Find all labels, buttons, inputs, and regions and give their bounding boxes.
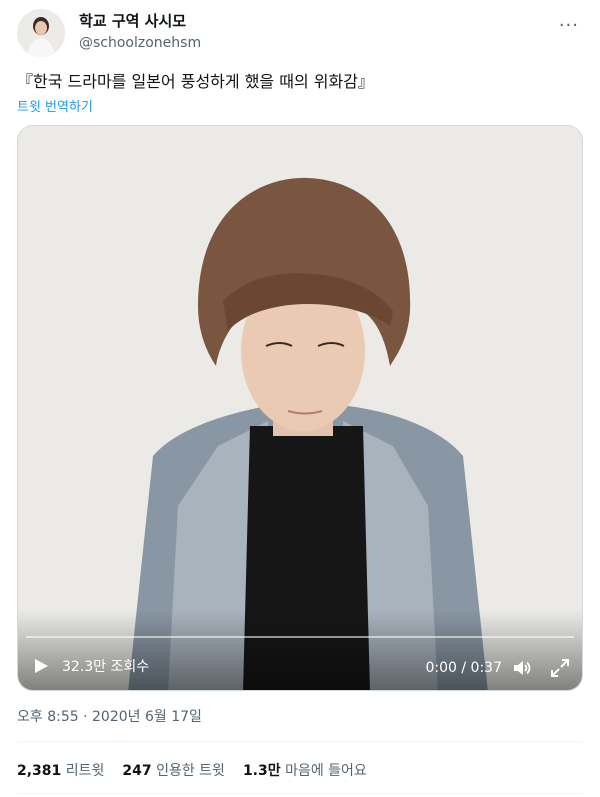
tweet-header: 학교 구역 사시모 @schoolzonehsm ··· [17,9,583,59]
video-frame [18,126,582,690]
quote-count: 247 [122,763,152,779]
video-time: 0:00 / 0:37 [425,660,503,676]
tweet-text: 『한국 드라마를 일본어 풍성하게 했을 때의 위화감』 [17,72,374,91]
author-names: 학교 구역 사시모 @schoolzonehsm [79,11,201,53]
retweet-stat[interactable]: 2,381 리트윗 [17,760,104,780]
video-controls: 32.3만 조회수 0:00 / 0:37 [18,610,582,690]
avatar[interactable] [17,9,65,57]
quote-stat[interactable]: 247 인용한 트윗 [122,760,225,780]
retweet-label: 리트윗 [65,763,105,779]
quote-label: 인용한 트윗 [156,763,225,779]
display-name[interactable]: 학교 구역 사시모 [79,11,201,31]
like-stat[interactable]: 1.3만 마음에 들어요 [243,760,367,780]
like-label: 마음에 들어요 [285,763,367,779]
volume-icon[interactable] [512,658,532,678]
handle[interactable]: @schoolzonehsm [79,33,201,53]
video-player[interactable]: 32.3만 조회수 0:00 / 0:37 [17,125,583,691]
video-progress-bar[interactable] [26,636,574,638]
more-horizontal-icon[interactable]: ··· [559,15,579,36]
play-icon[interactable] [33,658,49,674]
tweet-stats: 2,381 리트윗 247 인용한 트윗 1.3만 마음에 들어요 [17,760,367,780]
translate-link[interactable]: 트윗 번역하기 [17,96,93,115]
tweet-timestamp[interactable]: 오후 8:55 · 2020년 6월 17일 [17,706,202,726]
view-count: 32.3만 조회수 [62,659,150,675]
like-count: 1.3만 [242,763,281,779]
retweet-count: 2,381 [17,763,62,779]
divider [17,793,583,794]
divider [17,741,583,742]
fullscreen-icon[interactable] [550,658,570,678]
